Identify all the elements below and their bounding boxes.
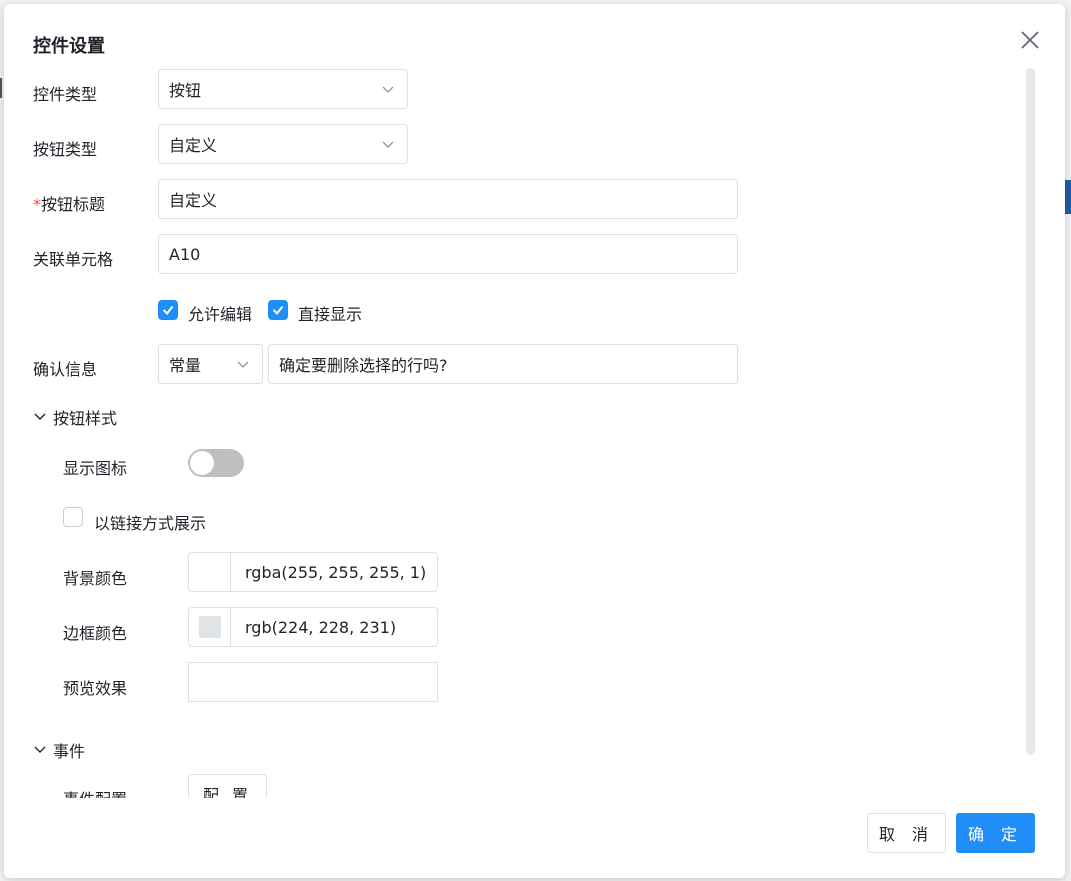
chevron-down-icon: [382, 141, 394, 148]
control-type-label: 控件类型: [33, 85, 98, 104]
control-type-select[interactable]: 按钮: [158, 69, 408, 109]
events-section-label: 事件: [53, 742, 86, 761]
confirm-message-value: 确定要删除选择的行吗?: [279, 356, 448, 375]
button-style-section-label: 按钮样式: [53, 409, 118, 428]
dialog-body: 控件类型 按钮 按钮类型 自定义 *按钮标题 自定义 关联单元格 A10 允许编…: [4, 64, 1065, 798]
confirm-mode-value: 常量: [169, 356, 202, 375]
bg-color-swatch-cell[interactable]: [189, 553, 231, 591]
preview-label: 预览效果: [63, 679, 128, 698]
confirm-message-input[interactable]: 确定要删除选择的行吗?: [268, 344, 738, 384]
dialog-title: 控件设置: [33, 36, 105, 57]
button-type-value: 自定义: [169, 136, 218, 155]
chevron-down-icon: [34, 746, 46, 753]
button-style-section-toggle[interactable]: 按钮样式: [33, 405, 117, 429]
border-color-swatch-cell[interactable]: [189, 608, 231, 646]
events-section-toggle[interactable]: 事件: [33, 738, 85, 762]
bg-color-picker[interactable]: rgba(255, 255, 255, 1): [188, 552, 438, 592]
button-title-label: *按钮标题: [33, 191, 105, 215]
preview-box: [188, 662, 438, 702]
event-config-button[interactable]: 配 置: [188, 774, 267, 798]
bg-color-value: rgba(255, 255, 255, 1): [245, 562, 427, 582]
linked-cell-value: A10: [169, 244, 201, 264]
confirm-info-label: 确认信息: [33, 360, 98, 379]
linked-cell-input[interactable]: A10: [158, 234, 738, 274]
confirm-mode-select[interactable]: 常量: [158, 344, 263, 384]
cancel-button[interactable]: 取 消: [867, 813, 946, 853]
button-type-select[interactable]: 自定义: [158, 124, 408, 164]
linked-cell-label: 关联单元格: [33, 250, 114, 269]
direct-show-checkbox[interactable]: [268, 300, 288, 320]
switch-knob: [190, 451, 214, 475]
allow-edit-label: 允许编辑: [188, 305, 253, 324]
border-color-picker[interactable]: rgb(224, 228, 231): [188, 607, 438, 647]
control-type-value: 按钮: [169, 81, 202, 100]
show-icon-switch[interactable]: [188, 449, 244, 477]
event-config-label: 事件配置: [63, 786, 127, 798]
border-color-value: rgb(224, 228, 231): [245, 617, 397, 637]
button-title-label-text: 按钮标题: [41, 195, 106, 214]
button-title-value: 自定义: [169, 191, 218, 210]
direct-show-label: 直接显示: [298, 305, 363, 324]
bg-color-swatch: [198, 561, 221, 583]
border-color-label: 边框颜色: [63, 624, 128, 643]
link-mode-label: 以链接方式展示: [94, 514, 207, 533]
button-title-input[interactable]: 自定义: [158, 179, 738, 219]
allow-edit-checkbox[interactable]: [158, 300, 178, 320]
show-icon-label: 显示图标: [63, 459, 128, 478]
chevron-down-icon: [237, 361, 249, 368]
close-icon[interactable]: [1018, 28, 1042, 52]
chevron-down-icon: [382, 86, 394, 93]
check-icon: [162, 305, 174, 316]
required-mark: *: [33, 195, 41, 214]
check-icon: [272, 305, 284, 316]
control-settings-dialog: 控件设置 控件类型 按钮 按钮类型 自定义 *按钮标题 自定义 关联单元格 A1…: [4, 4, 1065, 878]
bg-color-label: 背景颜色: [63, 569, 128, 588]
button-type-label: 按钮类型: [33, 140, 98, 159]
ok-button[interactable]: 确 定: [956, 813, 1035, 853]
chevron-down-icon: [34, 413, 46, 420]
border-color-swatch: [198, 616, 221, 638]
link-mode-checkbox[interactable]: [63, 507, 83, 527]
